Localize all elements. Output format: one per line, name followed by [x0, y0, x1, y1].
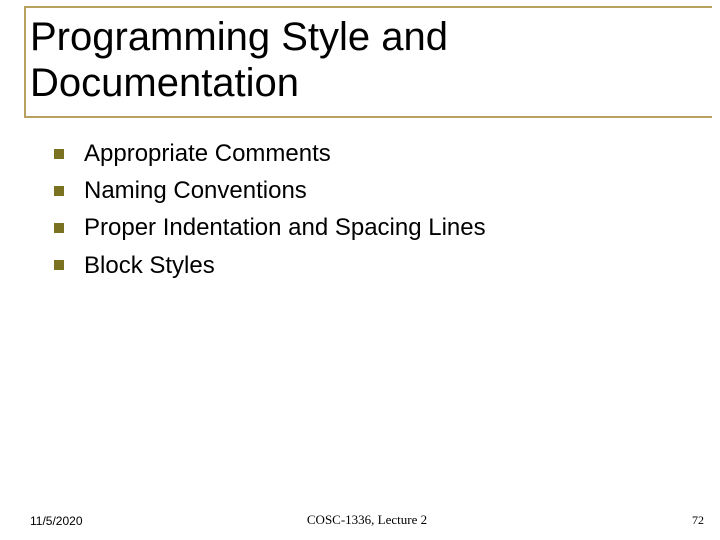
slide-title: Programming Style and Documentation [30, 14, 448, 106]
square-bullet-icon [54, 260, 64, 270]
title-line-2: Documentation [30, 61, 299, 105]
bullet-text: Appropriate Comments [84, 138, 331, 169]
bullet-list: Appropriate Comments Naming Conventions … [54, 138, 700, 287]
footer-center-text: COSC-1336, Lecture 2 [307, 512, 427, 528]
title-line-1: Programming Style and [30, 15, 448, 59]
list-item: Block Styles [54, 250, 700, 281]
rule-left [24, 6, 26, 116]
slide-footer: 11/5/2020 COSC-1336, Lecture 2 72 [30, 513, 704, 528]
footer-page-number: 72 [692, 513, 704, 528]
list-item: Proper Indentation and Spacing Lines [54, 212, 700, 243]
list-item: Appropriate Comments [54, 138, 700, 169]
list-item: Naming Conventions [54, 175, 700, 206]
square-bullet-icon [54, 186, 64, 196]
bullet-text: Block Styles [84, 250, 215, 281]
rule-top [24, 6, 712, 8]
bullet-text: Naming Conventions [84, 175, 307, 206]
bullet-text: Proper Indentation and Spacing Lines [84, 212, 486, 243]
footer-date: 11/5/2020 [30, 514, 83, 528]
square-bullet-icon [54, 223, 64, 233]
square-bullet-icon [54, 149, 64, 159]
rule-under-title [24, 116, 712, 118]
